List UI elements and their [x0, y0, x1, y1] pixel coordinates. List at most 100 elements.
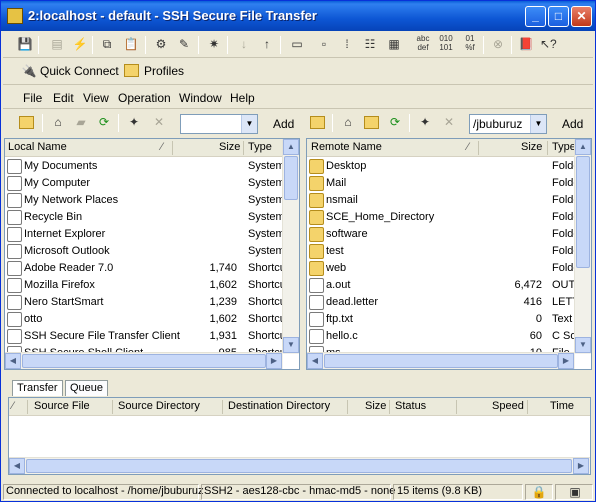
text-mode-icon[interactable]: ▫ — [316, 36, 332, 52]
large-icons-icon[interactable]: ▦ — [386, 36, 402, 52]
remote-vscroll[interactable]: ▲ ▼ — [574, 139, 591, 354]
table-row[interactable]: test Folder — [307, 243, 591, 260]
table-row[interactable]: My Documents System — [5, 158, 299, 175]
remote-new-folder-icon[interactable]: ✦ — [417, 114, 433, 130]
table-row[interactable]: web Folder — [307, 260, 591, 277]
local-up-folder-icon[interactable] — [19, 116, 34, 129]
hex-view-icon[interactable]: 01 %f — [460, 34, 480, 52]
remote-up-folder-icon[interactable] — [310, 116, 325, 129]
remote-hscroll[interactable]: ◀ ▶ — [307, 352, 575, 369]
paste-icon[interactable]: 📋 — [123, 36, 139, 52]
queue-col-status[interactable]: Status — [395, 400, 426, 412]
remote-refresh-icon[interactable]: ⟳ — [387, 114, 403, 130]
queue-col-time[interactable]: Time — [550, 400, 574, 412]
table-row[interactable]: nsmail Folder — [307, 192, 591, 209]
table-row[interactable]: SCE_Home_Directory Folder — [307, 209, 591, 226]
table-row[interactable]: Microsoft Outlook System — [5, 243, 299, 260]
tab-queue[interactable]: Queue — [65, 380, 109, 396]
transfer-icon[interactable]: ✷ — [206, 36, 222, 52]
window-icon[interactable]: ▭ — [289, 36, 305, 52]
remote-col-name[interactable]: Remote Name — [311, 141, 382, 153]
scroll-thumb[interactable] — [324, 354, 558, 368]
local-new-folder-create-icon[interactable]: ✦ — [126, 114, 142, 130]
maximize-button[interactable]: □ — [548, 6, 569, 27]
menu-view[interactable]: View — [83, 91, 109, 105]
download-icon[interactable]: ↓ — [236, 36, 252, 52]
table-row[interactable]: ftp.txt 0 Text — [307, 311, 591, 328]
tab-transfer[interactable]: Transfer — [12, 380, 63, 396]
remote-col-size[interactable]: Size — [521, 141, 542, 153]
scroll-thumb[interactable] — [26, 459, 572, 473]
table-row[interactable]: SSH Secure File Transfer Client 1,931 Shor… — [5, 328, 299, 345]
scroll-right-icon[interactable]: ▶ — [558, 353, 574, 369]
table-row[interactable]: Recycle Bin System — [5, 209, 299, 226]
remote-path-dropdown[interactable]: /jbuburuz ▼ — [469, 114, 547, 134]
local-col-type[interactable]: Type — [248, 141, 272, 153]
profiles-button[interactable]: Profiles — [144, 64, 184, 78]
local-path-dropdown[interactable]: ▼ — [180, 114, 258, 134]
scroll-up-icon[interactable]: ▲ — [575, 139, 591, 155]
queue-col-speed[interactable]: Speed — [492, 400, 524, 412]
transfer-queue[interactable]: ⁄ Source File Source Directory Destinati… — [8, 397, 591, 475]
auto-mode-icon[interactable]: ⁞ — [339, 36, 355, 52]
chevron-down-icon[interactable]: ▼ — [241, 115, 257, 133]
close-button[interactable]: ✕ — [571, 6, 592, 27]
remote-folder-icon[interactable] — [364, 116, 379, 129]
settings-icon[interactable]: ⚙ — [153, 36, 169, 52]
scroll-right-icon[interactable]: ▶ — [266, 353, 282, 369]
stop-icon[interactable]: ⊗ — [490, 36, 506, 52]
save-icon[interactable]: 💾 — [17, 36, 33, 52]
scroll-down-icon[interactable]: ▼ — [575, 337, 591, 353]
upload-icon[interactable]: ↑ — [259, 36, 275, 52]
local-home-icon[interactable]: ⌂ — [50, 114, 66, 130]
local-refresh-icon[interactable]: ⟳ — [96, 114, 112, 130]
table-row[interactable]: dead.letter 416 LETTER — [307, 294, 591, 311]
table-row[interactable]: My Network Places System — [5, 192, 299, 209]
remote-col-type[interactable]: Type — [552, 141, 576, 153]
local-new-folder-icon[interactable]: ▰ — [73, 114, 89, 130]
table-row[interactable]: Nero StartSmart 1,239 Shortcut — [5, 294, 299, 311]
quick-connect-button[interactable]: Quick Connect — [40, 64, 119, 78]
queue-col-source-file[interactable]: Source File — [34, 400, 90, 412]
scroll-right-icon[interactable]: ▶ — [573, 458, 589, 474]
queue-col-destination-directory[interactable]: Destination Directory — [228, 400, 330, 412]
local-hscroll[interactable]: ◀ ▶ — [5, 352, 283, 369]
remote-add-button[interactable]: Add — [562, 117, 583, 131]
binary-mode-icon[interactable]: ☷ — [362, 36, 378, 52]
local-col-name[interactable]: Local Name — [8, 141, 67, 153]
table-row[interactable]: Desktop Folder — [307, 158, 591, 175]
table-row[interactable]: Adobe Reader 7.0 1,740 Shortcut — [5, 260, 299, 277]
table-row[interactable]: Mail Folder — [307, 175, 591, 192]
scroll-up-icon[interactable]: ▲ — [283, 139, 299, 155]
copy-icon[interactable]: ⧉ — [99, 36, 115, 52]
chevron-down-icon[interactable]: ▼ — [530, 115, 546, 133]
table-row[interactable]: My Computer System — [5, 175, 299, 192]
scroll-left-icon[interactable]: ◀ — [9, 458, 25, 474]
disconnect-icon[interactable]: ⚡ — [72, 36, 88, 52]
scroll-left-icon[interactable]: ◀ — [307, 353, 323, 369]
queue-hscroll[interactable]: ◀ ▶ — [9, 457, 590, 474]
remote-file-pane[interactable]: Remote Name ⁄ Size Type DesktopFolderMai… — [306, 138, 592, 370]
scroll-thumb[interactable] — [284, 156, 298, 200]
profile-icon[interactable]: ✎ — [176, 36, 192, 52]
queue-col-size[interactable]: Size — [365, 400, 386, 412]
scroll-thumb[interactable] — [576, 156, 590, 268]
table-row[interactable]: otto 1,602 Shortcut — [5, 311, 299, 328]
binary-view-icon[interactable]: 010 101 — [436, 34, 456, 52]
menu-window[interactable]: Window — [179, 91, 222, 105]
remote-delete-icon[interactable]: ✕ — [441, 114, 457, 130]
whatsthis-icon[interactable]: ↖? — [540, 36, 557, 52]
local-add-button[interactable]: Add — [273, 117, 294, 131]
remote-home-icon[interactable]: ⌂ — [340, 114, 356, 130]
menu-operation[interactable]: Operation — [118, 91, 171, 105]
menu-edit[interactable]: Edit — [53, 91, 74, 105]
table-row[interactable]: a.out 6,472 OUT — [307, 277, 591, 294]
title-bar[interactable]: 2:localhost - default - SSH Secure File … — [1, 1, 595, 31]
minimize-button[interactable]: _ — [525, 6, 546, 27]
help-book-icon[interactable]: 📕 — [518, 36, 534, 52]
table-row[interactable]: hello.c 60 C Source — [307, 328, 591, 345]
menu-help[interactable]: Help — [230, 91, 255, 105]
local-file-pane[interactable]: Local Name ⁄ Size Type My Documents Syste… — [4, 138, 300, 370]
table-row[interactable]: Internet Explorer System — [5, 226, 299, 243]
scroll-down-icon[interactable]: ▼ — [283, 337, 299, 353]
